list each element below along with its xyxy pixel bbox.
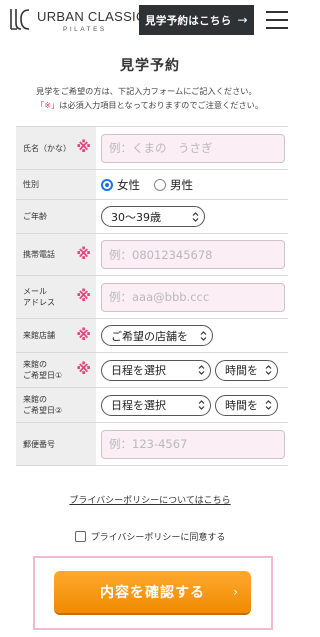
date2-select[interactable]: 日程を選択 bbox=[101, 394, 211, 416]
gender-radio-group: 女性 男性 bbox=[101, 177, 193, 193]
date1-field-cell: 日程を選択 時間を bbox=[96, 353, 288, 387]
email-field-cell: 例：aaa@bbb.ccc bbox=[96, 276, 288, 318]
date2-label-line-2: ご希望日② bbox=[23, 406, 63, 415]
gender-male-radio[interactable]: 男性 bbox=[154, 177, 193, 193]
gender-female-label: 女性 bbox=[117, 177, 140, 192]
select-chevron-icon bbox=[198, 400, 205, 410]
phone-label-text: 携帯電話 bbox=[23, 250, 55, 259]
confirm-submit-label: 内容を確認する bbox=[100, 585, 205, 601]
time1-select-value: 時間を bbox=[225, 364, 258, 377]
confirm-submit-button[interactable]: 内容を確認する › bbox=[54, 571, 251, 613]
store-label-text: 来館店舗 bbox=[23, 331, 55, 340]
date1-select-value: 日程を選択 bbox=[111, 364, 166, 377]
store-field-cell: ご希望の店舗を bbox=[96, 319, 288, 352]
zip-field-cell: 例：123-4567 bbox=[96, 423, 288, 465]
form-row-gender: 性別 女性 男性 bbox=[16, 170, 288, 200]
form-row-store: 来館店舗 ※ ご希望の店舗を bbox=[16, 319, 288, 353]
store-select-value: ご希望の店舗を bbox=[111, 329, 188, 343]
zip-input[interactable]: 例：123-4567 bbox=[101, 429, 285, 459]
arrow-right-icon: → bbox=[237, 13, 248, 27]
phone-input[interactable]: 例：08012345678 bbox=[101, 240, 285, 269]
checkbox-icon bbox=[74, 531, 86, 542]
gender-label-text: 性別 bbox=[23, 180, 39, 189]
form-row-date-2: 来館の ご希望日② 日程を選択 時間を bbox=[16, 388, 288, 423]
required-mark: ※ bbox=[76, 137, 91, 156]
email-label: メール アドレス ※ bbox=[16, 276, 96, 318]
age-label-text: ご年齢 bbox=[23, 212, 47, 221]
age-select-value: 30〜39歳 bbox=[111, 210, 161, 224]
age-label: ご年齢 bbox=[16, 200, 96, 233]
select-chevron-icon bbox=[265, 365, 272, 375]
form-row-phone: 携帯電話 ※ 例：08012345678 bbox=[16, 234, 288, 276]
select-chevron-icon bbox=[265, 400, 272, 410]
name-label: 氏名（かな） ※ bbox=[16, 127, 96, 169]
required-mark: ※ bbox=[76, 286, 91, 305]
phone-field-cell: 例：08012345678 bbox=[96, 234, 288, 275]
store-select[interactable]: ご希望の店舗を bbox=[101, 325, 213, 346]
form-row-zip: 郵便番号 例：123-4567 bbox=[16, 423, 288, 466]
logo-name: URBAN CLASSIC bbox=[37, 9, 146, 24]
age-field-cell: 30〜39歳 bbox=[96, 200, 288, 233]
gender-female-radio[interactable]: 女性 bbox=[101, 177, 140, 193]
visit-form: 氏名（かな） ※ 例：くまの うさぎ 性別 女性 男性 ご年齢 30〜39歳 携… bbox=[16, 126, 288, 466]
date1-label: 来館の ご希望日① ※ bbox=[16, 353, 96, 387]
date2-label-line-1: 来館の bbox=[23, 395, 47, 404]
email-input[interactable]: 例：aaa@bbb.ccc bbox=[101, 282, 285, 312]
logo-mark-icon bbox=[10, 9, 30, 30]
zip-label: 郵便番号 bbox=[16, 423, 96, 465]
name-label-text: 氏名（かな） bbox=[23, 143, 71, 153]
intro-line-1: 見学をご希望の方は、下記入力フォームにご記入ください。 bbox=[36, 86, 257, 96]
site-logo[interactable]: URBAN CLASSIC PILATES bbox=[9, 6, 145, 38]
time2-select-value: 時間を bbox=[225, 399, 258, 412]
chevron-right-icon: › bbox=[233, 585, 239, 599]
date1-label-line-2: ご希望日① bbox=[23, 371, 63, 380]
date1-select[interactable]: 日程を選択 bbox=[101, 359, 211, 381]
gender-male-label: 男性 bbox=[170, 177, 193, 192]
date1-label-line-1: 来館の bbox=[23, 360, 47, 369]
select-chevron-icon bbox=[200, 330, 207, 341]
intro-line-2-text: は必須入力項目となっておりますのでご注意ください。 bbox=[59, 100, 264, 110]
name-field-cell: 例：くまの うさぎ bbox=[96, 127, 288, 169]
logo-subtitle: PILATES bbox=[63, 26, 107, 33]
radio-selected-icon bbox=[101, 178, 113, 191]
intro-line-2: 「※」は必須入力項目となっておりますのでご注意ください。 bbox=[36, 98, 286, 112]
form-intro: 見学をご希望の方は、下記入力フォームにご記入ください。 「※」は必須入力項目とな… bbox=[36, 84, 286, 112]
gender-field-cell: 女性 男性 bbox=[96, 170, 288, 199]
store-label: 来館店舗 ※ bbox=[16, 319, 96, 352]
form-row-age: ご年齢 30〜39歳 bbox=[16, 200, 288, 234]
name-input[interactable]: 例：くまの うさぎ bbox=[101, 133, 285, 163]
date2-field-cell: 日程を選択 時間を bbox=[96, 388, 288, 422]
form-row-name: 氏名（かな） ※ 例：くまの うさぎ bbox=[16, 127, 288, 170]
form-row-email: メール アドレス ※ 例：aaa@bbb.ccc bbox=[16, 276, 288, 319]
site-header: URBAN CLASSIC PILATES 見学予約はこちら → bbox=[0, 0, 300, 42]
gender-label: 性別 bbox=[16, 170, 96, 199]
email-label-line-2: アドレス bbox=[23, 298, 55, 307]
email-label-line-1: メール bbox=[23, 287, 47, 296]
required-mark: ※ bbox=[76, 359, 91, 378]
select-chevron-icon bbox=[198, 365, 205, 375]
time1-select[interactable]: 時間を bbox=[215, 359, 278, 381]
page-title: 見学予約 bbox=[120, 58, 180, 74]
phone-label: 携帯電話 ※ bbox=[16, 234, 96, 275]
radio-unselected-icon bbox=[154, 178, 166, 191]
privacy-policy-link[interactable]: プライバシーポリシーについてはこちら bbox=[0, 493, 300, 506]
hamburger-menu-icon[interactable] bbox=[266, 11, 288, 29]
age-select[interactable]: 30〜39歳 bbox=[101, 206, 205, 227]
date2-label: 来館の ご希望日② bbox=[16, 388, 96, 422]
visit-reservation-button[interactable]: 見学予約はこちら → bbox=[139, 5, 254, 35]
time2-select[interactable]: 時間を bbox=[215, 394, 278, 416]
form-row-date-1: 来館の ご希望日① ※ 日程を選択 時間を bbox=[16, 353, 288, 388]
visit-reservation-label: 見学予約はこちら bbox=[145, 14, 232, 27]
required-mark: ※ bbox=[76, 244, 91, 263]
privacy-agree-label: プライバシーポリシーに同意する bbox=[90, 533, 226, 543]
required-note-mark: 「※」 bbox=[36, 100, 60, 110]
zip-label-text: 郵便番号 bbox=[23, 439, 55, 449]
privacy-agree-checkbox[interactable]: プライバシーポリシーに同意する bbox=[0, 530, 300, 543]
submit-area: 内容を確認する › bbox=[33, 556, 273, 630]
date2-select-value: 日程を選択 bbox=[111, 399, 166, 412]
required-mark: ※ bbox=[76, 325, 91, 344]
select-chevron-icon bbox=[192, 211, 199, 222]
